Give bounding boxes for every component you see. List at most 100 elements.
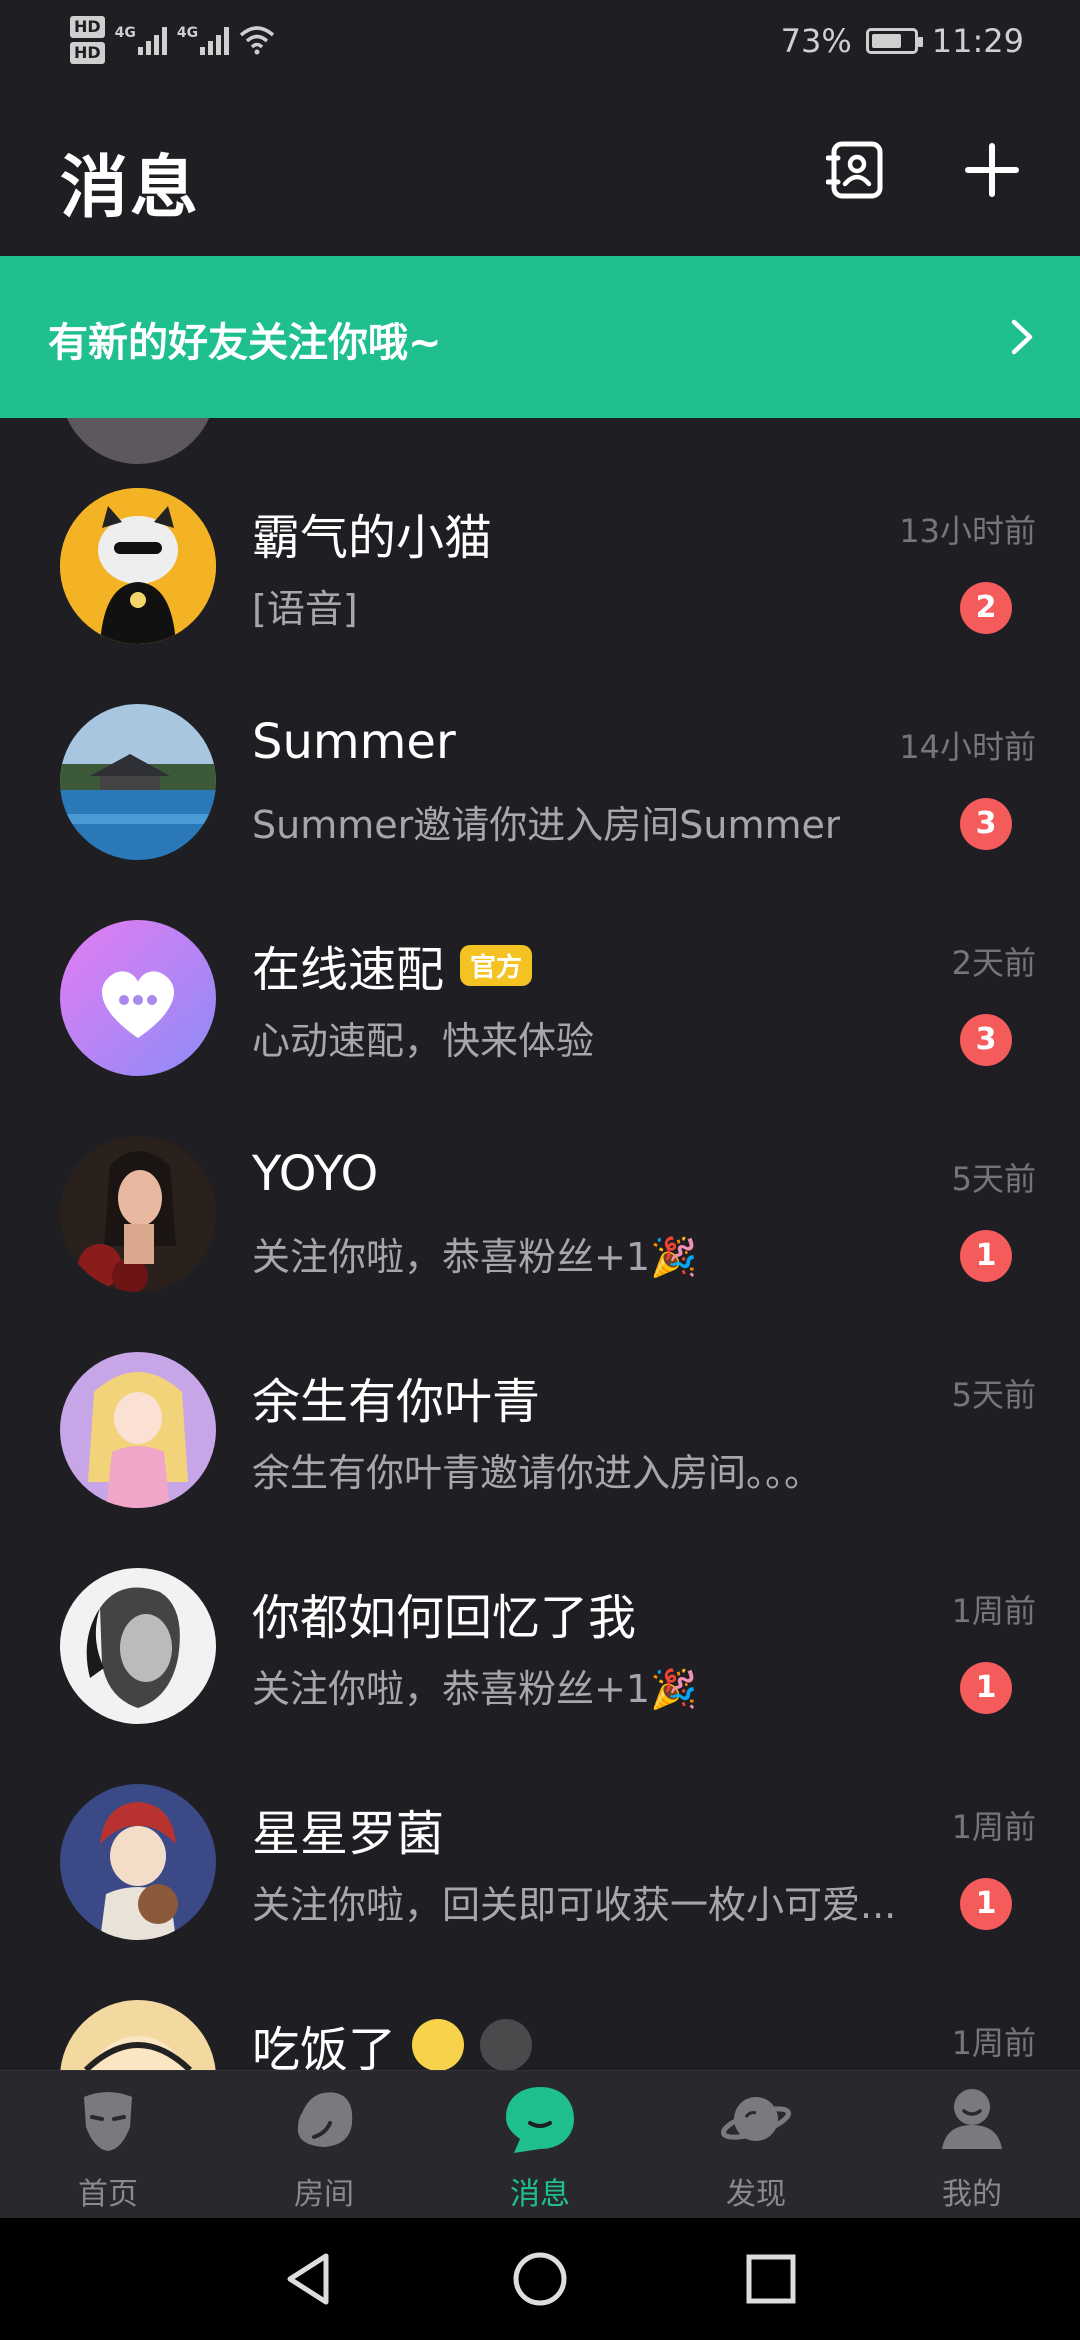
nav-messages[interactable]: 消息 <box>432 2071 648 2219</box>
room-blob-icon <box>297 2092 353 2147</box>
man-avatar-icon <box>60 1568 216 1724</box>
nav-rooms[interactable]: 房间 <box>216 2071 432 2219</box>
nav-discover-label: 发现 <box>726 2177 786 2212</box>
planet-icon <box>721 2097 791 2141</box>
plus-icon <box>965 143 1019 197</box>
app-header: 消息 <box>0 90 1080 256</box>
conversation-row[interactable]: 吃饭了 1周前 <box>0 2000 1080 2070</box>
status-bar-left: HD HD 4G 4G <box>70 16 275 64</box>
back-triangle-icon[interactable] <box>278 2248 340 2310</box>
avatar <box>60 488 216 644</box>
message-preview: 心动速配，快来体验 <box>252 1019 595 1063</box>
chat-bubble-icon <box>506 2087 574 2153</box>
nav-discover[interactable]: 发现 <box>648 2071 864 2219</box>
name-line: 霸气的小猫 <box>252 498 492 568</box>
dark-smile-emoji-icon <box>480 2019 533 2070</box>
girl-avatar-icon <box>60 1136 216 1292</box>
contacts-icon <box>825 141 883 199</box>
recents-square-icon[interactable] <box>740 2248 802 2310</box>
nav-messages-label: 消息 <box>510 2177 570 2212</box>
nav-profile[interactable]: 我的 <box>864 2071 1080 2219</box>
wifi-icon <box>239 26 275 55</box>
signal-bars-icon <box>137 25 167 55</box>
unread-badge: 1 <box>960 1662 1012 1714</box>
cartoon-avatar-icon <box>60 2000 216 2070</box>
name-line: 吃饭了 <box>252 2010 533 2070</box>
message-time: 1周前 <box>951 1808 1036 1846</box>
message-time: 1周前 <box>951 1592 1036 1630</box>
banner-text: 有新的好友关注你哦~ <box>48 320 442 366</box>
hd2-badge: HD <box>70 42 105 64</box>
unread-badge: 3 <box>960 1014 1012 1066</box>
message-preview: 余生有你叶青邀请你进入房间。。。 <box>252 1451 823 1495</box>
status-bar: HD HD 4G 4G 73% 11:29 <box>0 0 1080 90</box>
message-time: 14小时前 <box>899 728 1036 766</box>
conversation-row[interactable]: YOYO 关注你啦，恭喜粉丝+1🎉 5天前 1 <box>0 1136 1080 1352</box>
avatar <box>60 1136 216 1292</box>
cat-avatar-icon <box>60 488 216 644</box>
network-type-2: 4G <box>176 25 199 41</box>
battery-percent: 73% <box>780 22 852 60</box>
unread-badge: 1 <box>960 1230 1012 1282</box>
conversation-row[interactable]: 在线速配 官方 心动速配，快来体验 2天前 3 <box>0 920 1080 1136</box>
conversation-row[interactable]: 余生有你叶青 余生有你叶青邀请你进入房间。。。 5天前 <box>0 1352 1080 1568</box>
message-preview: [语音] <box>252 587 358 631</box>
contact-name: YOYO <box>252 1146 379 1202</box>
avatar <box>60 1568 216 1724</box>
nav-home[interactable]: 首页 <box>0 2071 216 2219</box>
new-follower-banner[interactable]: 有新的好友关注你哦~ <box>0 256 1080 418</box>
message-preview: 关注你啦，恭喜粉丝+1🎉 <box>252 1235 698 1279</box>
nav-profile-label: 我的 <box>942 2177 1002 2212</box>
clock: 11:29 <box>931 22 1024 60</box>
message-time: 5天前 <box>951 1376 1036 1414</box>
conversation-row[interactable]: 霸气的小猫 [语音] 13小时前 2 <box>0 488 1080 704</box>
avatar <box>60 2000 216 2070</box>
home-circle-icon[interactable] <box>509 2248 571 2310</box>
name-line: 星星罗菌 <box>252 1794 444 1864</box>
mask-face-icon <box>84 2092 132 2151</box>
anime-girl-avatar-icon <box>60 1352 216 1508</box>
unread-badge: 3 <box>960 798 1012 850</box>
conversation-row[interactable]: 你都如何回忆了我 关注你啦，恭喜粉丝+1🎉 1周前 1 <box>0 1568 1080 1784</box>
hd1-badge: HD <box>70 16 105 38</box>
conversation-row[interactable]: 星星罗菌 关注你啦，回关即可收获一枚小可爱... 1周前 1 <box>0 1784 1080 2000</box>
network-type-1: 4G <box>114 25 136 41</box>
message-preview: 关注你啦，恭喜粉丝+1🎉 <box>252 1667 698 1711</box>
name-line: 余生有你叶青 <box>252 1362 540 1432</box>
status-bar-right: 73% 11:29 <box>781 22 1024 60</box>
contact-name: 你都如何回忆了我 <box>252 1590 637 1646</box>
avatar <box>60 1352 216 1508</box>
battery-level <box>871 34 901 48</box>
avatar <box>60 704 216 860</box>
add-button[interactable] <box>962 140 1022 200</box>
page-title: 消息 <box>60 149 201 228</box>
message-preview: Summer邀请你进入房间Summer <box>252 803 841 847</box>
contact-name: 星星罗菌 <box>252 1806 445 1862</box>
contacts-button[interactable] <box>825 140 886 200</box>
name-line: 你都如何回忆了我 <box>252 1578 636 1648</box>
unread-badge: 1 <box>960 1878 1012 1930</box>
conversation-list[interactable]: 霸气的小猫 [语音] 13小时前 2 Summer Summer邀请你进入房间S… <box>0 418 1080 2070</box>
contact-name: 吃饭了 <box>252 2022 397 2070</box>
signal-2: 4G <box>176 25 230 55</box>
official-badge: 官方 <box>460 944 533 986</box>
chevron-right-icon <box>1011 319 1033 355</box>
avatar <box>60 418 216 464</box>
avatar <box>60 920 216 1076</box>
system-navigation-bar <box>0 2218 1080 2340</box>
message-time: 13小时前 <box>899 512 1036 550</box>
conversation-row[interactable]: Summer Summer邀请你进入房间Summer 14小时前 3 <box>0 704 1080 920</box>
nav-home-label: 首页 <box>78 2177 138 2212</box>
heart-avatar-icon <box>60 920 216 1076</box>
avatar <box>60 1784 216 1940</box>
person-icon <box>942 2089 1002 2149</box>
contact-name: Summer <box>252 714 456 770</box>
unread-badge: 2 <box>960 582 1012 634</box>
contact-name: 余生有你叶青 <box>252 1374 541 1430</box>
hd-indicators: HD HD <box>70 16 105 64</box>
contact-name: 霸气的小猫 <box>252 510 493 566</box>
message-time: 1周前 <box>951 2024 1036 2062</box>
pool-avatar-icon <box>60 704 216 860</box>
name-line: 在线速配 官方 <box>252 930 533 1000</box>
name-line: Summer <box>252 714 456 770</box>
